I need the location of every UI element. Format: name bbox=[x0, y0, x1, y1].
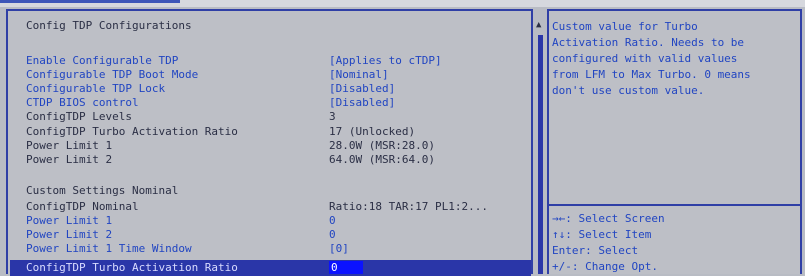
value-edit-field[interactable]: 0 bbox=[329, 261, 363, 274]
settings-panel: Config TDP Configurations Enable Configu… bbox=[6, 9, 533, 276]
key-hint-select-item: ↑↓: Select Item bbox=[552, 228, 652, 241]
setting-value: 0 bbox=[329, 228, 336, 241]
scroll-up-icon[interactable]: ▲ bbox=[536, 20, 541, 30]
setting-value: Ratio:18 TAR:17 PL1:2... bbox=[329, 200, 488, 213]
key-hint-select-screen: →←: Select Screen bbox=[552, 212, 665, 225]
scrollbar-track[interactable] bbox=[538, 35, 543, 274]
setting-label: Power Limit 2 bbox=[26, 153, 113, 166]
setting-value: 17 (Unlocked) bbox=[329, 125, 416, 138]
setting-label: ConfigTDP Turbo Activation Ratio bbox=[26, 125, 238, 138]
setting-label: Configurable TDP Boot Mode bbox=[26, 68, 199, 81]
setting-label: Power Limit 1 bbox=[26, 139, 113, 152]
scrollbar[interactable]: ▲ bbox=[535, 9, 547, 274]
setting-label: Configurable TDP Lock bbox=[26, 82, 166, 95]
setting-value: 0 bbox=[329, 214, 336, 227]
setting-value: [0] bbox=[329, 242, 349, 255]
help-panel: Custom value for Turbo Activation Ratio.… bbox=[547, 9, 802, 274]
setting-label: ConfigTDP Nominal bbox=[26, 200, 139, 213]
setting-label: Power Limit 1 Time Window bbox=[26, 242, 192, 255]
setting-label: Power Limit 2 bbox=[26, 228, 113, 241]
active-tab-indicator bbox=[0, 0, 180, 3]
setting-value: [Applies to cTDP] bbox=[329, 54, 442, 67]
setting-label: Power Limit 1 bbox=[26, 214, 113, 227]
help-divider bbox=[549, 204, 800, 206]
selected-setting-label: ConfigTDP Turbo Activation Ratio bbox=[26, 261, 238, 274]
setting-value: [Nominal] bbox=[329, 68, 389, 81]
key-hint-enter: Enter: Select bbox=[552, 244, 639, 257]
section-title: Custom Settings Nominal bbox=[26, 184, 179, 197]
setting-value: [Disabled] bbox=[329, 96, 396, 109]
setting-value: 64.0W (MSR:64.0) bbox=[329, 153, 435, 166]
setting-label: Enable Configurable TDP bbox=[26, 54, 179, 67]
top-menu-strip bbox=[0, 0, 805, 7]
setting-label: ConfigTDP Levels bbox=[26, 110, 132, 123]
setting-value: 28.0W (MSR:28.0) bbox=[329, 139, 435, 152]
setting-label: CTDP BIOS control bbox=[26, 96, 139, 109]
panel-title: Config TDP Configurations bbox=[26, 19, 192, 32]
key-hint-change-option: +/-: Change Opt. bbox=[552, 260, 658, 273]
setting-value: 3 bbox=[329, 110, 336, 123]
setting-value: [Disabled] bbox=[329, 82, 396, 95]
help-description: Custom value for Turbo Activation Ratio.… bbox=[552, 20, 751, 97]
bios-setup-screen: Config TDP Configurations Enable Configu… bbox=[0, 0, 805, 276]
